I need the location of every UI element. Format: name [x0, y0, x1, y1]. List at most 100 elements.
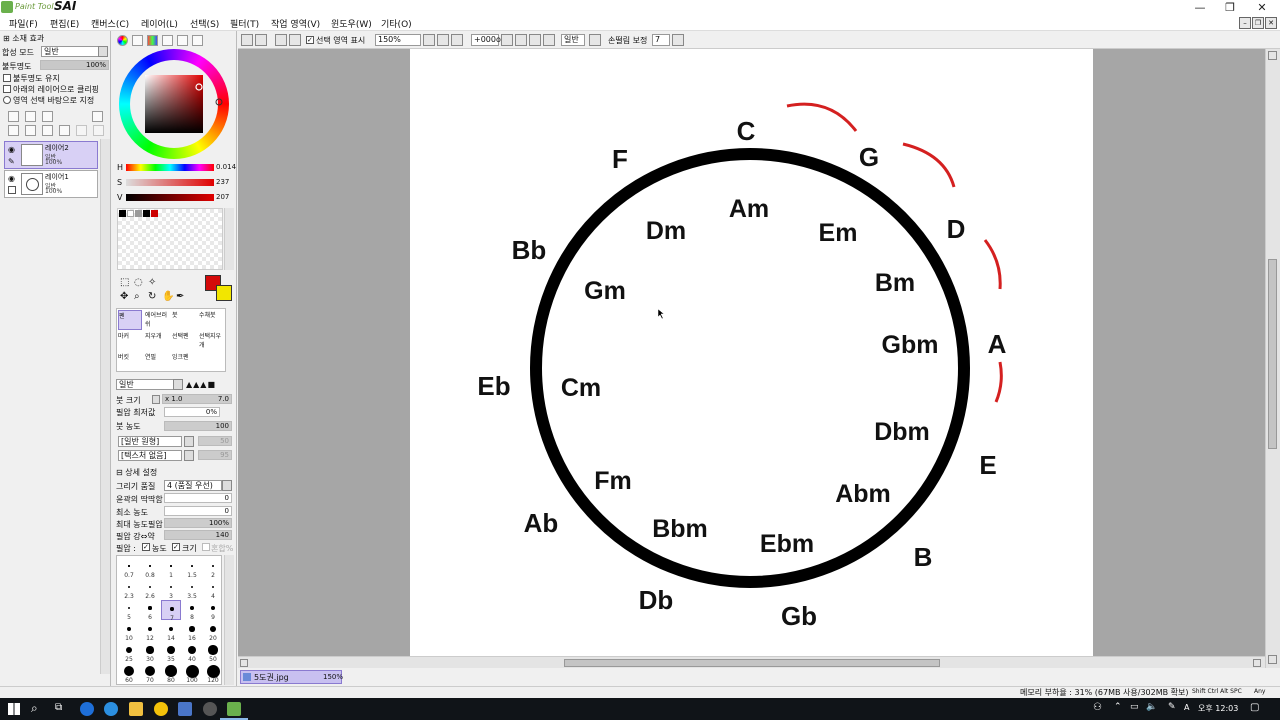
shape-strength-slider[interactable]: 50 [198, 436, 232, 446]
magic-wand-icon[interactable]: ✧ [148, 277, 156, 288]
eye-icon[interactable]: ◉ [8, 174, 15, 183]
color-wheel-mode-icon[interactable] [117, 35, 128, 46]
search-icon[interactable]: ⌕ [31, 701, 38, 716]
texture-select[interactable]: [텍스처 없음] [118, 450, 182, 461]
layer-option-icon[interactable] [76, 125, 87, 136]
scratchpad-mode-icon[interactable] [177, 35, 188, 46]
brush-size-preset[interactable]: 50 [203, 642, 223, 663]
rotate-right-button[interactable] [515, 34, 527, 46]
min-density-slider[interactable]: 0 [164, 506, 232, 516]
brush-size-preset[interactable]: 10 [119, 621, 139, 642]
brush-size-preset[interactable]: 0.8 [140, 558, 160, 579]
density-slider[interactable]: 100 [164, 421, 232, 431]
swatch-red[interactable] [151, 210, 158, 217]
menu-filter[interactable]: 필터(T) [230, 17, 259, 30]
scratch-pad[interactable] [117, 208, 223, 270]
secondary-color-swatch[interactable] [216, 285, 232, 301]
undo-button[interactable] [241, 34, 253, 46]
layer-scrollbar[interactable] [100, 139, 110, 674]
menu-layer[interactable]: 레이어(L) [141, 17, 178, 30]
rotate-left-button[interactable] [501, 34, 513, 46]
preserve-opacity-checkbox[interactable] [3, 74, 11, 82]
brush-size-slider[interactable]: x 1.0 7.0 [162, 394, 232, 404]
close-button[interactable]: ✕ [1247, 0, 1277, 15]
edge-icon[interactable] [80, 702, 94, 716]
value-slider[interactable] [126, 194, 214, 201]
scroll-down-icon[interactable] [1268, 655, 1277, 664]
swatch-black2[interactable] [143, 210, 150, 217]
layer-item-2[interactable]: ◉ ✎ 레이어2 일반 100% [4, 141, 98, 169]
ie-icon[interactable] [104, 702, 118, 716]
clear-layer-icon[interactable] [42, 125, 53, 136]
eye-icon[interactable]: ◉ [8, 145, 15, 154]
delete-layer-icon[interactable] [59, 125, 70, 136]
brush-size-preset[interactable]: 120 [203, 663, 223, 684]
zoom-icon[interactable]: ⌕ [134, 291, 140, 302]
brush-size-preset[interactable]: 9 [203, 600, 223, 621]
lasso-icon[interactable]: ◌ [134, 277, 143, 288]
swatch-black[interactable] [119, 210, 126, 217]
tool-bucket[interactable]: 버킷 [118, 352, 142, 372]
new-layer-icon[interactable] [8, 111, 19, 122]
clip-lower-checkbox[interactable] [3, 85, 11, 93]
brush-size-preset[interactable]: 3 [161, 579, 181, 600]
brush-size-preset[interactable]: 100 [182, 663, 202, 684]
zoom-reset-button[interactable] [451, 34, 463, 46]
swatch-gray[interactable] [135, 210, 142, 217]
brush-size-preset[interactable]: 3.5 [182, 579, 202, 600]
brush-size-preset[interactable]: 60 [119, 663, 139, 684]
rotation-select[interactable]: +000o [471, 34, 501, 46]
blend-mode-toolbar-select[interactable]: 일반 [561, 34, 585, 46]
detail-settings-toggle[interactable]: ⊟ 상세 설정 [116, 467, 157, 478]
brush-mode-select[interactable]: 일반 [116, 379, 174, 390]
brush-size-preset[interactable]: 35 [161, 642, 181, 663]
brush-size-preset[interactable]: 25 [119, 642, 139, 663]
eyedropper-icon[interactable]: ✒ [176, 291, 184, 302]
brush-lock-icon[interactable]: ✎ [8, 157, 15, 166]
menu-workspace[interactable]: 작업 영역(V) [271, 17, 320, 30]
layer-mask-icon[interactable] [92, 111, 103, 122]
rect-select-icon[interactable]: ⬚ [120, 277, 129, 288]
zoom-out-button[interactable] [423, 34, 435, 46]
tool-pencil[interactable]: 연필 [145, 352, 169, 372]
brush-size-preset[interactable]: 0.7 [119, 558, 139, 579]
brush-size-preset[interactable]: 2.3 [119, 579, 139, 600]
brush-size-preset[interactable]: 30 [140, 642, 160, 663]
size-multiplier-button[interactable] [152, 395, 160, 404]
opacity-slider[interactable]: 100% [40, 60, 109, 70]
clock[interactable]: 오후 12:03 [1198, 703, 1238, 714]
menu-other[interactable]: 기타(O) [381, 17, 412, 30]
stabilizer-dropdown-icon[interactable] [672, 34, 684, 46]
brush-size-preset[interactable]: 1.5 [182, 558, 202, 579]
volume-icon[interactable]: 🔈 [1146, 702, 1157, 712]
rotate-icon[interactable]: ↻ [148, 291, 156, 302]
paint-tool-sai-taskbar-icon[interactable] [227, 702, 241, 716]
ime-mode[interactable]: A [1184, 703, 1189, 712]
blend-mode-dropdown-icon[interactable] [98, 46, 108, 57]
brush-mode-dropdown-icon[interactable] [173, 379, 183, 390]
brush-size-preset[interactable]: 70 [140, 663, 160, 684]
brush-size-preset[interactable]: 8 [182, 600, 202, 621]
show-selection-checkbox[interactable]: ✓ [306, 36, 314, 44]
brush-size-preset[interactable]: 16 [182, 621, 202, 642]
quality-dropdown-icon[interactable] [222, 480, 232, 491]
minimize-button[interactable]: — [1185, 0, 1215, 15]
pressure-strength-slider[interactable]: 140 [164, 530, 232, 540]
brush-size-preset[interactable]: 5 [119, 600, 139, 621]
tool-mode-icon[interactable] [192, 35, 203, 46]
swatch-mode-icon[interactable] [162, 35, 173, 46]
tool-pen[interactable]: 펜 [118, 310, 142, 330]
app-icon-5[interactable] [178, 702, 192, 716]
task-view-icon[interactable]: ⧉ [55, 702, 62, 713]
tray-expand-icon[interactable]: ⌃ [1114, 702, 1122, 712]
flip-button[interactable] [543, 34, 555, 46]
ime-icon[interactable]: ✎ [1168, 702, 1176, 712]
menu-file[interactable]: 파일(F) [9, 17, 38, 30]
hand-icon[interactable]: ✋ [162, 291, 174, 302]
vertical-scroll-thumb[interactable] [1268, 259, 1277, 449]
max-pressure-slider[interactable]: 100% [164, 518, 232, 528]
file-explorer-icon[interactable] [129, 702, 143, 716]
tool-eraser[interactable]: 지우개 [145, 331, 169, 351]
pressure-size-checkbox[interactable]: ✓ [172, 543, 180, 551]
mdi-restore-button[interactable]: ❐ [1252, 17, 1264, 29]
